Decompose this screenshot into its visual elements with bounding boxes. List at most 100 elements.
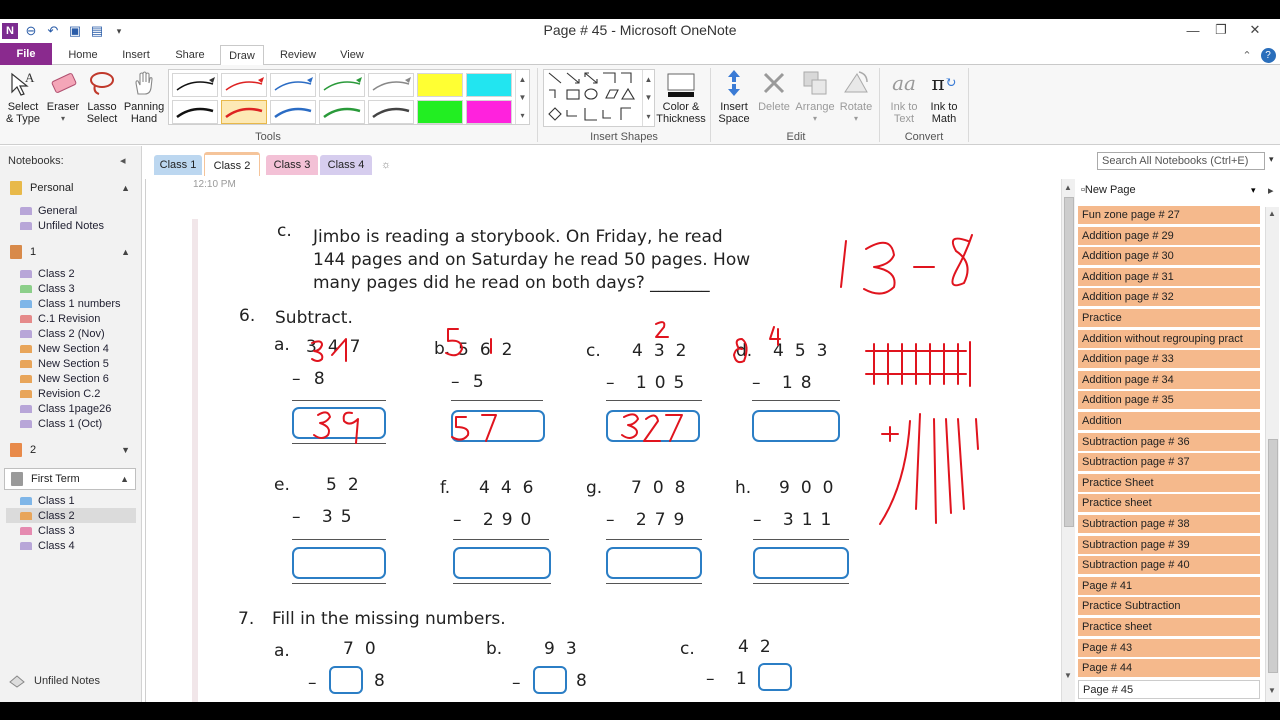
section-item[interactable]: Class 1page26 [20,401,111,416]
tab-draw[interactable]: Draw [220,45,264,66]
page-list-item[interactable]: Addition page # 34 [1078,370,1260,390]
section-item[interactable]: Class 3 [20,523,75,538]
page-list-item[interactable]: Page # 44 [1078,659,1260,679]
notebook-first-term[interactable]: First Term ▲ [4,468,136,490]
pen-black-thick[interactable] [172,100,218,124]
page-list-item[interactable]: Page # 43 [1078,638,1260,658]
page-list-item[interactable]: Subtraction page # 37 [1078,453,1260,473]
highlighter-green[interactable] [417,100,463,124]
pen-darkgray-thick[interactable] [368,100,414,124]
help-icon[interactable]: ? [1258,45,1278,65]
restore-button[interactable]: ❐ [1206,19,1236,41]
section-item[interactable]: Class 1 numbers [20,296,121,311]
collapse-ribbon-icon[interactable]: ⌃ [1238,45,1256,65]
scroll-thumb[interactable] [1268,439,1278,673]
eraser-button[interactable]: Eraser ▾ [44,67,82,125]
pen-black-thin[interactable] [172,73,218,97]
page-list-item[interactable]: Practice Subtraction [1078,597,1260,617]
arrange-button[interactable]: Arrange ▾ [794,67,836,125]
section-item[interactable]: New Section 6 [20,371,109,386]
panning-hand-button[interactable]: Panning Hand [122,67,166,125]
tab-share[interactable]: Share [168,45,212,65]
minimize-button[interactable]: — [1178,19,1208,41]
rotate-button[interactable]: Rotate ▾ [836,67,876,125]
page-list-item[interactable]: Subtraction page # 36 [1078,432,1260,452]
scroll-down-icon[interactable]: ▼ [519,93,527,102]
section-item[interactable]: Unfiled Notes [20,218,104,233]
section-item[interactable]: Class 4 [20,538,75,553]
scroll-up-icon[interactable]: ▲ [1268,209,1276,218]
page-list-item[interactable]: Page # 45 [1078,679,1260,699]
ink-to-text-button[interactable]: aa Ink to Text [884,67,924,125]
section-item[interactable]: Class 3 [20,281,75,296]
collapse-icon[interactable]: ▲ [121,247,130,257]
page-list-item[interactable]: Addition [1078,412,1260,431]
tab-review[interactable]: Review [274,45,322,65]
page-list-item[interactable]: Practice Sheet [1078,473,1260,493]
section-item[interactable]: Class 2 [20,266,75,281]
section-item[interactable]: Revision C.2 [20,386,100,401]
tab-class-1[interactable]: Class 1 [154,155,202,175]
highlighter-cyan[interactable] [466,73,512,97]
page-list-item[interactable]: Practice sheet [1078,618,1260,637]
page-list-item[interactable]: Fun zone page # 27 [1078,206,1260,225]
section-item[interactable]: Class 2 (Nov) [20,326,105,341]
pen-red-thick-selected[interactable] [221,100,267,124]
new-page-dropdown-icon[interactable]: ▾ [1251,185,1256,196]
page-list-item[interactable]: Practice sheet [1078,494,1260,514]
ink-to-math-button[interactable]: π ↻ Ink to Math [924,67,964,125]
page-list-item[interactable]: Subtraction page # 39 [1078,535,1260,555]
page-scrollbar[interactable]: ▲ ▼ [1061,179,1075,702]
page-list-item[interactable]: Practice [1078,309,1260,328]
pen-blue-thin[interactable] [270,73,316,97]
page-canvas[interactable]: 12:10 PM c. Jimbo is reading a storybook… [145,179,1061,702]
search-dropdown-icon[interactable]: ▾ [1269,154,1274,165]
pen-green-thin[interactable] [319,73,365,97]
tab-class-2[interactable]: Class 2 [204,152,260,176]
pen-green-thick[interactable] [319,100,365,124]
page-list-item[interactable]: Addition page # 31 [1078,267,1260,287]
pen-blue-thick[interactable] [270,100,316,124]
page-list-item[interactable]: Addition page # 35 [1078,391,1260,411]
expand-icon[interactable]: ▼ [121,445,130,455]
ink-annotations[interactable] [146,179,1061,702]
page-list-item[interactable]: Addition page # 32 [1078,288,1260,308]
pen-gallery-scroll[interactable]: ▲ ▼ ▾ [515,70,529,124]
tab-class-3[interactable]: Class 3 [266,155,318,175]
pen-red-thin[interactable] [221,73,267,97]
unfiled-notes-button[interactable]: Unfiled Notes [8,674,100,688]
page-list-item[interactable]: Subtraction page # 40 [1078,556,1260,576]
collapse-nav-icon[interactable]: ◂ [120,154,126,167]
section-item[interactable]: Class 1 [20,493,75,508]
page-list-item[interactable]: Subtraction page # 38 [1078,515,1260,534]
tab-class-4[interactable]: Class 4 [320,155,372,175]
collapse-pages-icon[interactable]: ▸ [1268,184,1274,197]
collapse-icon[interactable]: ▲ [121,183,130,193]
tab-view[interactable]: View [332,45,372,65]
notebook-personal[interactable]: Personal ▲ [4,177,136,199]
section-item-selected[interactable]: Class 2 [6,508,136,523]
select-type-button[interactable]: A Select & Type [4,67,42,125]
tab-home[interactable]: Home [60,45,106,65]
section-item[interactable]: New Section 5 [20,356,109,371]
scroll-down-icon[interactable]: ▼ [1064,671,1072,680]
notebook-2[interactable]: 2 ▼ [4,439,136,461]
tab-file[interactable]: File [0,43,52,65]
gallery-more-icon[interactable]: ▾ [520,111,524,120]
shapes-gallery[interactable]: ▲ ▼ ▾ [543,69,655,127]
notebook-1[interactable]: 1 ▲ [4,241,136,263]
collapse-icon[interactable]: ▲ [120,474,129,484]
shapes-scroll[interactable]: ▲ ▼ ▾ [642,70,654,126]
page-list-item[interactable]: Page # 41 [1078,576,1260,596]
insert-space-button[interactable]: Insert Space [714,67,754,125]
highlighter-yellow[interactable] [417,73,463,97]
lasso-select-button[interactable]: Lasso Select [84,67,120,125]
highlighter-magenta[interactable] [466,100,512,124]
pages-scrollbar[interactable]: ▲ ▼ [1265,207,1279,702]
section-item[interactable]: Class 1 (Oct) [20,416,102,431]
pen-gray-thin[interactable] [368,73,414,97]
page-list-item[interactable]: Addition page # 33 [1078,350,1260,370]
page-list-item[interactable]: Addition page # 29 [1078,226,1260,246]
scroll-down-icon[interactable]: ▼ [1268,686,1276,695]
delete-button[interactable]: Delete [754,67,794,113]
